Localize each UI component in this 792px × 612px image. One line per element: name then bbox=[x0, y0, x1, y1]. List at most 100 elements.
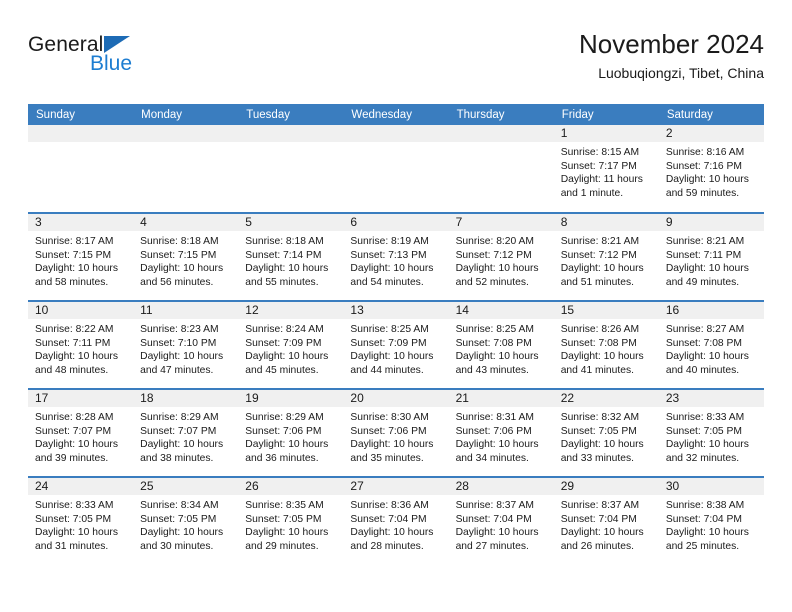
daylight-text-line2: and 58 minutes. bbox=[35, 276, 109, 288]
sunrise-text: Sunrise: 8:20 AM bbox=[455, 236, 534, 247]
day-details: Sunrise: 8:30 AM Sunset: 7:06 PM Daylight:… bbox=[343, 407, 448, 465]
daylight-text-line1: Daylight: 10 hours bbox=[455, 263, 539, 275]
daylight-text-line2: and 27 minutes. bbox=[455, 540, 529, 552]
sunrise-text: Sunrise: 8:21 AM bbox=[560, 236, 640, 247]
day-cell[interactable] bbox=[133, 125, 239, 213]
day-cell[interactable]: 2 Sunrise: 8:16 AM Sunset: 7:16 PM Daylight… bbox=[658, 125, 764, 213]
sunrise-text: Sunrise: 8:35 AM bbox=[245, 500, 324, 511]
sunrise-text: Sunrise: 8:23 AM bbox=[140, 324, 219, 335]
day-details: Sunrise: 8:15 AM Sunset: 7:17 PM Daylight:… bbox=[554, 142, 659, 200]
daylight-text-line1: Daylight: 10 hours bbox=[560, 439, 644, 451]
day-cell[interactable]: 25 Sunrise: 8:34 AM Sunset: 7:05 PM Dayligh… bbox=[133, 476, 239, 565]
daylight-text-line2: and 51 minutes. bbox=[560, 276, 634, 288]
day-cell[interactable] bbox=[343, 125, 449, 213]
sunrise-text: Sunrise: 8:18 AM bbox=[140, 236, 219, 247]
sunrise-text: Sunrise: 8:34 AM bbox=[140, 500, 219, 511]
day-cell[interactable]: 1 Sunrise: 8:15 AM Sunset: 7:17 PM Daylight… bbox=[553, 125, 659, 213]
day-cell[interactable]: 28 Sunrise: 8:37 AM Sunset: 7:04 PM Dayligh… bbox=[448, 476, 554, 565]
daylight-text-line1: Daylight: 10 hours bbox=[35, 439, 118, 451]
day-cell[interactable]: 8 Sunrise: 8:21 AM Sunset: 7:12 PM Daylight… bbox=[553, 212, 659, 301]
day-cell[interactable]: 6 Sunrise: 8:19 AM Sunset: 7:13 PM Daylight… bbox=[343, 212, 449, 301]
day-cell[interactable]: 17 Sunrise: 8:28 AM Sunset: 7:07 PM Dayligh… bbox=[28, 388, 134, 477]
day-number: 6 bbox=[343, 214, 449, 231]
day-cell[interactable]: 5 Sunrise: 8:18 AM Sunset: 7:14 PM Daylight… bbox=[238, 212, 344, 301]
day-cell[interactable]: 11 Sunrise: 8:23 AM Sunset: 7:10 PM Dayligh… bbox=[133, 300, 239, 389]
sunset-text: Sunset: 7:08 PM bbox=[455, 337, 532, 349]
day-details: Sunrise: 8:16 AM Sunset: 7:16 PM Daylight:… bbox=[659, 142, 764, 200]
daylight-text-line1: Daylight: 10 hours bbox=[350, 351, 434, 363]
day-cell[interactable]: 30 Sunrise: 8:38 AM Sunset: 7:04 PM Dayligh… bbox=[658, 476, 764, 565]
day-cell[interactable] bbox=[28, 125, 134, 213]
day-cell[interactable]: 7 Sunrise: 8:20 AM Sunset: 7:12 PM Daylight… bbox=[448, 212, 554, 301]
day-cell[interactable]: 24 Sunrise: 8:33 AM Sunset: 7:05 PM Dayligh… bbox=[28, 476, 134, 565]
sunset-text: Sunset: 7:16 PM bbox=[665, 160, 742, 172]
daylight-text-line1: Daylight: 10 hours bbox=[140, 527, 224, 539]
daylight-text-line1: Daylight: 10 hours bbox=[35, 527, 118, 539]
day-cell[interactable]: 27 Sunrise: 8:36 AM Sunset: 7:04 PM Dayligh… bbox=[343, 476, 449, 565]
day-cell[interactable]: 22 Sunrise: 8:32 AM Sunset: 7:05 PM Dayligh… bbox=[553, 388, 659, 477]
day-number: 27 bbox=[343, 478, 449, 495]
sunset-text: Sunset: 7:11 PM bbox=[35, 337, 111, 349]
day-cell[interactable]: 14 Sunrise: 8:25 AM Sunset: 7:08 PM Dayligh… bbox=[448, 300, 554, 389]
day-cell[interactable]: 29 Sunrise: 8:37 AM Sunset: 7:04 PM Dayligh… bbox=[553, 476, 659, 565]
day-cell[interactable]: 13 Sunrise: 8:25 AM Sunset: 7:09 PM Dayligh… bbox=[343, 300, 449, 389]
day-number: 18 bbox=[133, 390, 239, 407]
day-details: Sunrise: 8:28 AM Sunset: 7:07 PM Daylight:… bbox=[28, 407, 133, 465]
sunset-text: Sunset: 7:06 PM bbox=[455, 425, 532, 437]
daylight-text-line1: Daylight: 10 hours bbox=[665, 527, 749, 539]
daylight-text-line2: and 28 minutes. bbox=[350, 540, 424, 552]
day-cell[interactable]: 19 Sunrise: 8:29 AM Sunset: 7:06 PM Dayligh… bbox=[238, 388, 344, 477]
day-number: 9 bbox=[658, 214, 764, 231]
day-cell[interactable]: 18 Sunrise: 8:29 AM Sunset: 7:07 PM Dayligh… bbox=[133, 388, 239, 477]
day-number: 24 bbox=[28, 478, 134, 495]
day-cell[interactable] bbox=[448, 125, 554, 213]
sunset-text: Sunset: 7:05 PM bbox=[140, 513, 217, 525]
daylight-text-line2: and 34 minutes. bbox=[455, 452, 529, 464]
daylight-text-line2: and 48 minutes. bbox=[35, 364, 109, 376]
day-details: Sunrise: 8:19 AM Sunset: 7:13 PM Daylight:… bbox=[343, 231, 448, 289]
day-cell[interactable]: 3 Sunrise: 8:17 AM Sunset: 7:15 PM Daylight… bbox=[28, 212, 134, 301]
daylight-text-line2: and 29 minutes. bbox=[245, 540, 319, 552]
sunrise-text: Sunrise: 8:19 AM bbox=[350, 236, 429, 247]
daylight-text-line1: Daylight: 10 hours bbox=[140, 351, 224, 363]
daylight-text-line2: and 31 minutes. bbox=[35, 540, 109, 552]
day-cell[interactable]: 4 Sunrise: 8:18 AM Sunset: 7:15 PM Daylight… bbox=[133, 212, 239, 301]
day-number bbox=[28, 125, 134, 142]
week-row: 3 Sunrise: 8:17 AM Sunset: 7:15 PM Daylight… bbox=[28, 212, 764, 301]
day-number bbox=[133, 125, 239, 142]
sunrise-text: Sunrise: 8:15 AM bbox=[560, 147, 640, 158]
weekday-header-thursday: Thursday bbox=[448, 104, 554, 125]
day-cell[interactable] bbox=[238, 125, 344, 213]
daylight-text-line2: and 56 minutes. bbox=[140, 276, 214, 288]
day-cell[interactable]: 23 Sunrise: 8:33 AM Sunset: 7:05 PM Dayligh… bbox=[658, 388, 764, 477]
daylight-text-line1: Daylight: 10 hours bbox=[665, 174, 749, 186]
daylight-text-line1: Daylight: 10 hours bbox=[560, 351, 644, 363]
sunset-text: Sunset: 7:15 PM bbox=[140, 249, 217, 261]
day-details bbox=[28, 142, 133, 146]
day-cell[interactable]: 20 Sunrise: 8:30 AM Sunset: 7:06 PM Dayligh… bbox=[343, 388, 449, 477]
daylight-text-line1: Daylight: 10 hours bbox=[245, 263, 329, 275]
daylight-text-line1: Daylight: 10 hours bbox=[665, 351, 749, 363]
daylight-text-line2: and 35 minutes. bbox=[350, 452, 424, 464]
day-number: 15 bbox=[553, 302, 659, 319]
daylight-text-line2: and 25 minutes. bbox=[665, 540, 740, 552]
sunset-text: Sunset: 7:06 PM bbox=[350, 425, 427, 437]
day-number: 3 bbox=[28, 214, 134, 231]
daylight-text-line2: and 38 minutes. bbox=[140, 452, 214, 464]
day-cell[interactable]: 26 Sunrise: 8:35 AM Sunset: 7:05 PM Dayligh… bbox=[238, 476, 344, 565]
day-number: 13 bbox=[343, 302, 449, 319]
day-cell[interactable]: 16 Sunrise: 8:27 AM Sunset: 7:08 PM Dayligh… bbox=[658, 300, 764, 389]
day-details: Sunrise: 8:26 AM Sunset: 7:08 PM Daylight:… bbox=[554, 319, 659, 377]
day-cell[interactable]: 21 Sunrise: 8:31 AM Sunset: 7:06 PM Dayligh… bbox=[448, 388, 554, 477]
daylight-text-line1: Daylight: 10 hours bbox=[455, 439, 539, 451]
day-cell[interactable]: 15 Sunrise: 8:26 AM Sunset: 7:08 PM Dayligh… bbox=[553, 300, 659, 389]
day-cell[interactable]: 12 Sunrise: 8:24 AM Sunset: 7:09 PM Dayligh… bbox=[238, 300, 344, 389]
day-cell[interactable]: 9 Sunrise: 8:21 AM Sunset: 7:11 PM Daylight… bbox=[658, 212, 764, 301]
day-details: Sunrise: 8:34 AM Sunset: 7:05 PM Daylight:… bbox=[133, 495, 238, 553]
day-details: Sunrise: 8:37 AM Sunset: 7:04 PM Daylight:… bbox=[449, 495, 554, 553]
day-number: 11 bbox=[133, 302, 239, 319]
day-cell[interactable]: 10 Sunrise: 8:22 AM Sunset: 7:11 PM Dayligh… bbox=[28, 300, 134, 389]
sunrise-text: Sunrise: 8:28 AM bbox=[35, 412, 114, 423]
day-number: 28 bbox=[448, 478, 554, 495]
day-details: Sunrise: 8:32 AM Sunset: 7:05 PM Daylight:… bbox=[554, 407, 659, 465]
